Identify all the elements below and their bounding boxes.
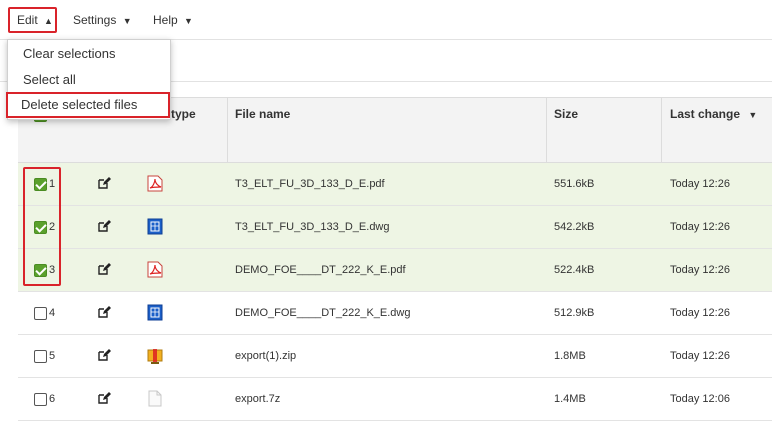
edit-dropdown-menu: Clear selections Select all Delete selec… xyxy=(6,39,171,120)
last-change: Today 12:26 xyxy=(670,350,730,362)
file-name[interactable]: export.7z xyxy=(235,378,280,420)
edit-menu-button[interactable]: Edit ▲ xyxy=(8,7,57,33)
column-header-filename[interactable]: File name xyxy=(228,98,290,162)
last-change: Today 12:26 xyxy=(670,264,730,276)
file-name[interactable]: T3_ELT_FU_3D_133_D_E.dwg xyxy=(235,206,390,248)
menu-item-delete-selected-files[interactable]: Delete selected files xyxy=(6,92,170,118)
file-name[interactable]: DEMO_FOE____DT_222_K_E.dwg xyxy=(235,292,410,334)
menu-item-select-all[interactable]: Select all xyxy=(8,67,170,93)
file-icon xyxy=(147,390,163,407)
settings-menu-button[interactable]: Settings ▼ xyxy=(73,7,132,33)
last-change-label: Last change xyxy=(670,107,741,121)
caret-up-icon: ▲ xyxy=(44,16,53,26)
table-row[interactable]: 4 DEMO_FOE____DT_222_K_E.dwg 512.9kB Today … xyxy=(18,292,772,335)
edit-menu-label: Edit xyxy=(17,13,38,27)
edit-icon[interactable] xyxy=(97,176,111,190)
edit-icon[interactable] xyxy=(97,348,111,362)
file-size: 522.4kB xyxy=(554,264,595,276)
sort-desc-icon: ▼ xyxy=(748,110,758,120)
table-row[interactable]: 3 DEMO_FOE____DT_222_K_E.pdf 522.4kB Today … xyxy=(18,249,772,292)
pdf-icon xyxy=(147,175,163,192)
column-header-last-change[interactable]: Last change ▼ xyxy=(663,98,757,162)
table-row[interactable]: 5 export(1).zip 1.8MB Today 12:26 xyxy=(18,335,772,378)
row-checkbox[interactable] xyxy=(34,350,47,363)
help-menu-button[interactable]: Help ▼ xyxy=(153,7,193,33)
file-size: 1.4MB xyxy=(554,393,586,405)
edit-icon[interactable] xyxy=(97,391,111,405)
last-change: Today 12:06 xyxy=(670,393,730,405)
caret-down-icon: ▼ xyxy=(122,16,132,26)
row-checkbox[interactable] xyxy=(34,393,47,406)
menu-item-clear-selections[interactable]: Clear selections xyxy=(8,41,170,67)
dwg-icon xyxy=(147,218,163,235)
file-table: type File name Size Last change ▼ 1 T3_EL… xyxy=(18,97,772,421)
row-number: 4 xyxy=(49,307,56,319)
last-change: Today 12:26 xyxy=(670,307,730,319)
dwg-icon xyxy=(147,304,163,321)
table-row[interactable]: 6 export.7z 1.4MB Today 12:06 xyxy=(18,378,772,421)
column-header-size[interactable]: Size xyxy=(547,98,578,162)
table-body: 1 T3_ELT_FU_3D_133_D_E.pdf 551.6kB Today 12… xyxy=(18,163,772,421)
file-size: 542.2kB xyxy=(554,221,595,233)
row-number: 6 xyxy=(49,393,56,405)
edit-icon[interactable] xyxy=(97,262,111,276)
row-number: 5 xyxy=(49,350,56,362)
menubar: Edit ▲ Settings ▼ Help ▼ xyxy=(0,0,772,40)
help-menu-label: Help xyxy=(153,13,178,27)
caret-down-icon: ▼ xyxy=(184,16,193,26)
file-size: 551.6kB xyxy=(554,178,595,190)
last-change: Today 12:26 xyxy=(670,221,730,233)
file-size: 512.9kB xyxy=(554,307,595,319)
file-size: 1.8MB xyxy=(554,350,586,362)
table-row[interactable]: 2 T3_ELT_FU_3D_133_D_E.dwg 542.2kB Today 12… xyxy=(18,206,772,249)
table-row[interactable]: 1 T3_ELT_FU_3D_133_D_E.pdf 551.6kB Today 12… xyxy=(18,163,772,206)
edit-icon[interactable] xyxy=(97,219,111,233)
edit-icon[interactable] xyxy=(97,305,111,319)
file-name[interactable]: DEMO_FOE____DT_222_K_E.pdf xyxy=(235,249,406,291)
zip-icon xyxy=(147,347,163,364)
row-checkbox[interactable] xyxy=(34,307,47,320)
last-change: Today 12:26 xyxy=(670,178,730,190)
pdf-icon xyxy=(147,261,163,278)
file-name[interactable]: T3_ELT_FU_3D_133_D_E.pdf xyxy=(235,163,385,205)
file-name[interactable]: export(1).zip xyxy=(235,335,296,377)
settings-menu-label: Settings xyxy=(73,13,117,27)
selection-highlight xyxy=(23,167,61,286)
